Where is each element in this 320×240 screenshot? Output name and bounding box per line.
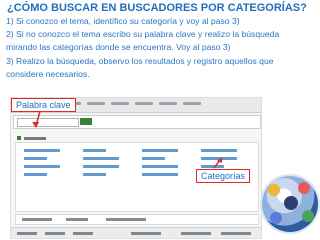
search-input[interactable] (17, 118, 79, 127)
step-3: 3) Realizo la búsqueda, observo los resu… (6, 55, 274, 79)
category-link[interactable] (24, 157, 47, 160)
category-link[interactable] (142, 157, 165, 160)
category-link[interactable] (142, 173, 178, 176)
footer-row (15, 214, 259, 225)
taskbar (11, 227, 261, 238)
category-link[interactable] (201, 149, 237, 152)
nav-link[interactable] (183, 102, 201, 105)
category-link[interactable] (83, 157, 119, 160)
dmoz-screenshot: d m o z (10, 97, 262, 239)
nav-link[interactable] (159, 102, 177, 105)
categories-header (17, 136, 46, 140)
top-nav (63, 102, 201, 105)
nav-link[interactable] (135, 102, 153, 105)
category-link[interactable] (24, 173, 47, 176)
category-link[interactable] (142, 165, 178, 168)
category-link[interactable] (83, 173, 106, 176)
nav-link[interactable] (87, 102, 105, 105)
search-row (13, 115, 261, 129)
category-link[interactable] (142, 149, 178, 152)
step-2: 2) Si no conozco el tema escribo su pala… (6, 29, 280, 53)
label-categorias: Categorías (196, 169, 251, 183)
category-link[interactable] (83, 165, 119, 168)
category-link[interactable] (201, 165, 224, 168)
label-palabra-clave: Palabra clave (11, 98, 76, 112)
step-1: 1) Si conozco el tema, identifico su cat… (6, 16, 240, 26)
globe-network-icon (262, 176, 318, 232)
category-link[interactable] (201, 157, 237, 160)
steps-text: 1) Si conozco el tema, identifico su cat… (6, 15, 311, 81)
category-link[interactable] (83, 149, 106, 152)
category-link[interactable] (24, 149, 60, 152)
nav-link[interactable] (111, 102, 129, 105)
category-link[interactable] (24, 165, 60, 168)
slide: ¿CÓMO BUSCAR EN BUSCADORES POR CATEGORÍA… (0, 0, 320, 240)
slide-title: ¿CÓMO BUSCAR EN BUSCADORES POR CATEGORÍA… (7, 2, 307, 14)
search-button[interactable] (80, 118, 92, 125)
